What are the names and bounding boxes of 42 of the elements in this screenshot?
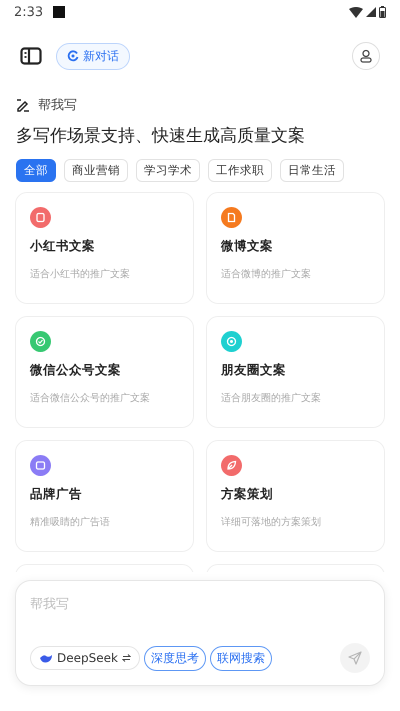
section-headline: 多写作场景支持、快速生成高质量文案: [16, 125, 306, 147]
new-chat-button[interactable]: 新对话: [56, 42, 130, 70]
send-icon: [348, 651, 362, 665]
pen-icon: [16, 98, 30, 112]
card-description: 精准吸睛的广告语: [30, 516, 110, 529]
card-title: 品牌广告: [30, 486, 82, 503]
card-title: 微信公众号文案: [30, 362, 121, 379]
template-card[interactable]: 朋友圈文案 适合朋友圈的推广文案: [206, 316, 385, 428]
section-label: 帮我写: [38, 97, 77, 114]
person-icon: [359, 49, 373, 63]
card-title: 小红书文案: [30, 238, 95, 255]
category-tab[interactable]: 商业营销: [64, 159, 128, 182]
profile-button[interactable]: [352, 42, 380, 70]
model-selector[interactable]: DeepSeek: [30, 646, 140, 670]
whale-icon: [39, 652, 53, 664]
signal-icon: [366, 7, 376, 17]
category-tab[interactable]: 全部: [16, 159, 56, 182]
card-description: 适合微信公众号的推广文案: [30, 392, 150, 405]
category-tab[interactable]: 学习学术: [136, 159, 200, 182]
category-tab[interactable]: 日常生活: [280, 159, 344, 182]
template-card[interactable]: 方案策划 详细可落地的方案策划: [206, 440, 385, 552]
template-card[interactable]: 小红书文案 适合小红书的推广文案: [15, 192, 194, 304]
swap-icon: [122, 654, 131, 662]
card-title: 微博文案: [221, 238, 273, 255]
category-tab[interactable]: 工作求职: [208, 159, 272, 182]
card-title: 方案策划: [221, 486, 273, 503]
sidebar-icon[interactable]: [20, 47, 42, 65]
template-card[interactable]: 微博文案 适合微博的推广文案: [206, 192, 385, 304]
card-description: 详细可落地的方案策划: [221, 516, 321, 529]
wifi-icon: [349, 6, 363, 18]
card-title: 朋友圈文案: [221, 362, 286, 379]
card-description: 适合朋友圈的推广文案: [221, 392, 321, 405]
notification-icon: [53, 6, 66, 18]
template-card[interactable]: 品牌广告 精准吸睛的广告语: [15, 440, 194, 552]
card-description: 适合小红书的推广文案: [30, 268, 130, 281]
battery-icon: [379, 6, 386, 18]
status-time: 2:33: [14, 4, 44, 20]
card-description: 适合微博的推广文案: [221, 268, 311, 281]
toggle-chip[interactable]: 深度思考: [144, 646, 206, 670]
toggle-chip[interactable]: 联网搜索: [210, 646, 272, 670]
template-card[interactable]: 微信公众号文案 适合微信公众号的推广文案: [15, 316, 194, 428]
refresh-icon: [67, 50, 79, 62]
